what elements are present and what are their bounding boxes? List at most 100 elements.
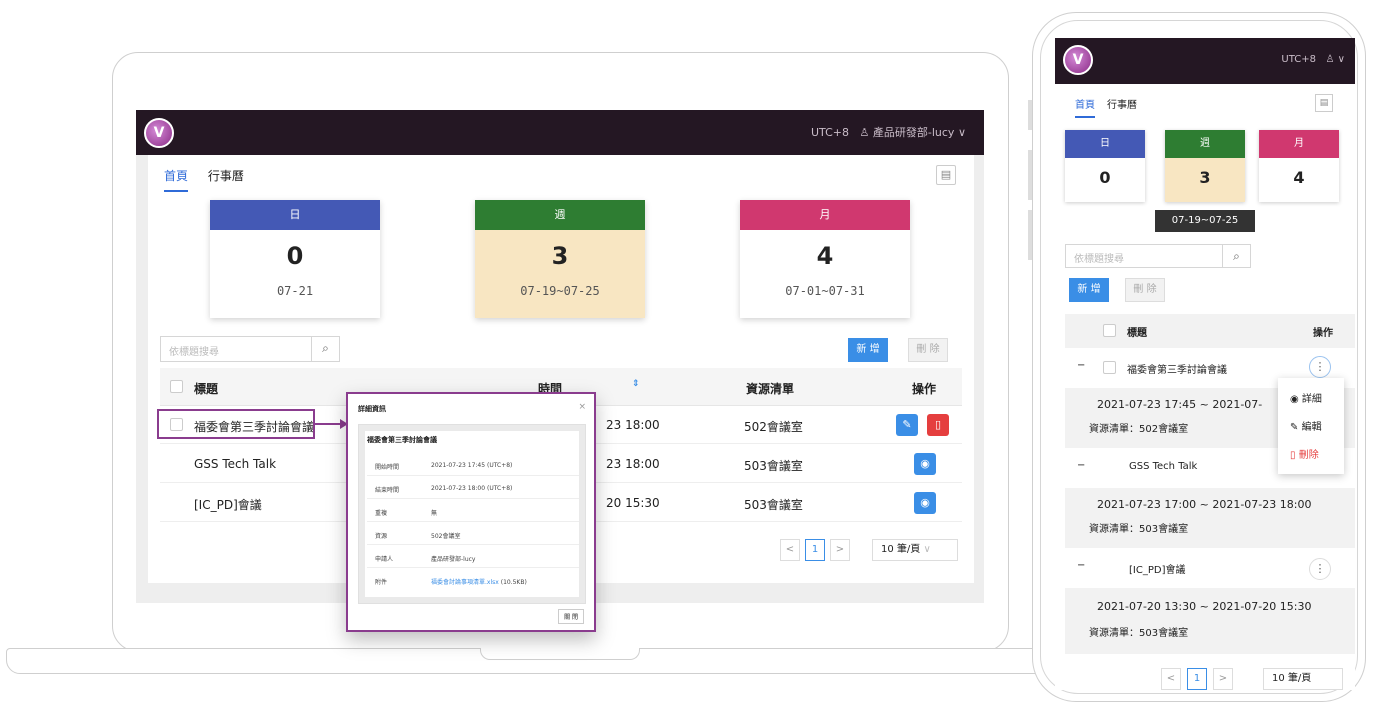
mobile-table-header: 標題 操作 <box>1065 314 1355 348</box>
field-value: 502會議室 <box>431 533 461 540</box>
add-button[interactable]: 新 增 <box>1069 278 1109 302</box>
select-all-checkbox[interactable] <box>1103 324 1116 337</box>
list-item[interactable]: − [IC_PD]會議 ⋮ <box>1065 548 1355 588</box>
row-time: 23 18:00 <box>606 457 660 471</box>
logo-icon[interactable]: V <box>144 118 174 148</box>
page-size-select[interactable]: 10 筆/頁 ∨ <box>872 539 958 561</box>
page-1-button[interactable]: 1 <box>1187 668 1207 690</box>
menu-item-label: 編輯 <box>1301 422 1322 433</box>
stat-card-day[interactable]: 日 0 <box>1065 130 1145 202</box>
row-title[interactable]: [IC_PD]會議 <box>194 496 262 513</box>
field-value: 2021-07-23 18:00 (UTC+8) <box>431 485 513 492</box>
col-ops: 操作 <box>912 382 937 396</box>
collapse-icon[interactable]: − <box>1077 560 1085 571</box>
tab-home[interactable]: 首頁 <box>164 167 189 192</box>
page-size-select[interactable]: 10 筆/頁 <box>1263 668 1343 690</box>
laptop-notch <box>480 648 640 660</box>
stat-week-header: 週 <box>1165 130 1245 158</box>
sort-icon[interactable]: ⇕ <box>632 379 640 389</box>
search-box: 依標題搜尋 ⌕ <box>1065 244 1251 268</box>
next-page-button[interactable]: > <box>830 539 850 561</box>
tab-calendar[interactable]: 行事曆 <box>1107 96 1137 111</box>
calendar-icon[interactable]: ▤ <box>1315 94 1333 112</box>
attachment-name[interactable]: 福委會討論事項清單.xlsx <box>431 579 499 586</box>
item-title[interactable]: [IC_PD]會議 <box>1129 561 1185 576</box>
menu-item-label: 詳細 <box>1301 394 1322 405</box>
stat-card-month[interactable]: 月 4 07-01~07-31 <box>740 200 910 318</box>
item-title[interactable]: GSS Tech Talk <box>1129 461 1197 472</box>
close-button[interactable]: 關 閉 <box>558 609 584 624</box>
user-icon: ♙ <box>859 126 870 139</box>
tab-calendar[interactable]: 行事曆 <box>208 167 244 190</box>
logo-icon[interactable]: V <box>1063 45 1093 75</box>
col-ops: 操作 <box>1313 328 1333 339</box>
detail-modal: 詳細資訊 × 福委會第三季討論會議 開始時間 2021-07-23 17:45 … <box>346 392 596 632</box>
next-page-button[interactable]: > <box>1213 668 1233 690</box>
collapse-icon[interactable]: − <box>1077 360 1085 371</box>
stat-card-month[interactable]: 月 4 <box>1259 130 1339 202</box>
timezone-label[interactable]: UTC+8 <box>811 126 849 139</box>
row-resource: 503會議室 <box>744 459 803 473</box>
mobile-screen: V UTC+8 ♙ ∨ 首頁 行事曆 ▤ 日 0 週 3 月 4 07-19~0… <box>1055 38 1355 690</box>
search-icon[interactable]: ⌕ <box>311 337 339 361</box>
page-1-button[interactable]: 1 <box>805 539 825 561</box>
col-title: 標題 <box>1127 328 1147 339</box>
item-time: 2021-07-23 17:45 ~ 2021-07- <box>1097 398 1263 411</box>
prev-page-button[interactable]: < <box>1161 668 1181 690</box>
menu-item-edit[interactable]: ✎ 編輯 <box>1290 418 1322 433</box>
chevron-down-icon[interactable]: ∨ <box>1338 54 1345 65</box>
stat-card-day[interactable]: 日 0 07-21 <box>210 200 380 318</box>
stat-day-header: 日 <box>210 200 380 230</box>
tab-home[interactable]: 首頁 <box>1075 96 1095 118</box>
stat-card-week[interactable]: 週 3 07-19~07-25 <box>475 200 645 318</box>
select-all-checkbox[interactable] <box>170 380 183 393</box>
item-title[interactable]: 福委會第三季討論會議 <box>1127 361 1227 376</box>
row-resource: 503會議室 <box>744 498 803 512</box>
prev-page-button[interactable]: < <box>780 539 800 561</box>
menu-item-delete[interactable]: ▯ 刪除 <box>1290 446 1319 461</box>
menu-item-label: 刪除 <box>1298 450 1319 461</box>
trash-icon[interactable]: ▯ <box>927 414 949 436</box>
collapse-icon[interactable]: − <box>1077 460 1085 471</box>
context-menu: ◉ 詳細 ✎ 編輯 ▯ 刪除 <box>1278 378 1344 474</box>
attachment-link[interactable]: 福委會討論事項清單.xlsx (10.5KB) <box>431 577 527 586</box>
search-box: 依標題搜尋 ⌕ <box>160 336 340 362</box>
delete-button[interactable]: 刪 除 <box>908 338 948 362</box>
close-icon[interactable]: × <box>578 402 586 412</box>
stat-day-header: 日 <box>1065 130 1145 158</box>
chevron-down-icon[interactable]: ∨ <box>958 126 966 139</box>
search-input[interactable]: 依標題搜尋 <box>169 343 219 358</box>
calendar-icon[interactable]: ▤ <box>936 165 956 185</box>
field-row: 附件 福委會討論事項清單.xlsx (10.5KB) <box>367 570 579 591</box>
user-icon[interactable]: ♙ <box>1326 54 1335 65</box>
arrow-icon <box>314 419 348 429</box>
stat-card-week[interactable]: 週 3 <box>1165 130 1245 202</box>
stat-day-count: 0 <box>286 242 304 270</box>
stat-month-count: 4 <box>1293 168 1305 187</box>
menu-item-detail[interactable]: ◉ 詳細 <box>1290 390 1322 405</box>
field-label: 附件 <box>375 579 388 586</box>
search-input[interactable]: 依標題搜尋 <box>1074 250 1124 265</box>
chevron-down-icon: ∨ <box>923 544 931 555</box>
edit-icon[interactable]: ✎ <box>896 414 918 436</box>
eye-icon[interactable]: ◉ <box>914 453 936 475</box>
row-checkbox[interactable] <box>1103 361 1116 374</box>
attachment-size: (10.5KB) <box>500 579 527 586</box>
add-button[interactable]: 新 增 <box>848 338 888 362</box>
row-highlight <box>157 409 315 439</box>
row-title[interactable]: GSS Tech Talk <box>194 457 276 471</box>
edit-icon: ✎ <box>1290 422 1299 433</box>
row-time: 20 15:30 <box>606 496 660 510</box>
search-icon[interactable]: ⌕ <box>1222 245 1250 267</box>
eye-icon[interactable]: ◉ <box>914 492 936 514</box>
page-size-value: 10 筆/頁 <box>881 544 921 555</box>
delete-button[interactable]: 刪 除 <box>1125 278 1165 302</box>
user-menu[interactable]: 產品研發部-lucy <box>873 126 955 139</box>
stat-month-header: 月 <box>1259 130 1339 158</box>
more-icon[interactable]: ⋮ <box>1309 356 1331 378</box>
field-label: 開始時間 <box>375 464 400 471</box>
field-label: 結束時間 <box>375 487 400 494</box>
timezone-label[interactable]: UTC+8 <box>1281 54 1316 65</box>
more-icon[interactable]: ⋮ <box>1309 558 1331 580</box>
field-label: 申請人 <box>375 556 394 563</box>
